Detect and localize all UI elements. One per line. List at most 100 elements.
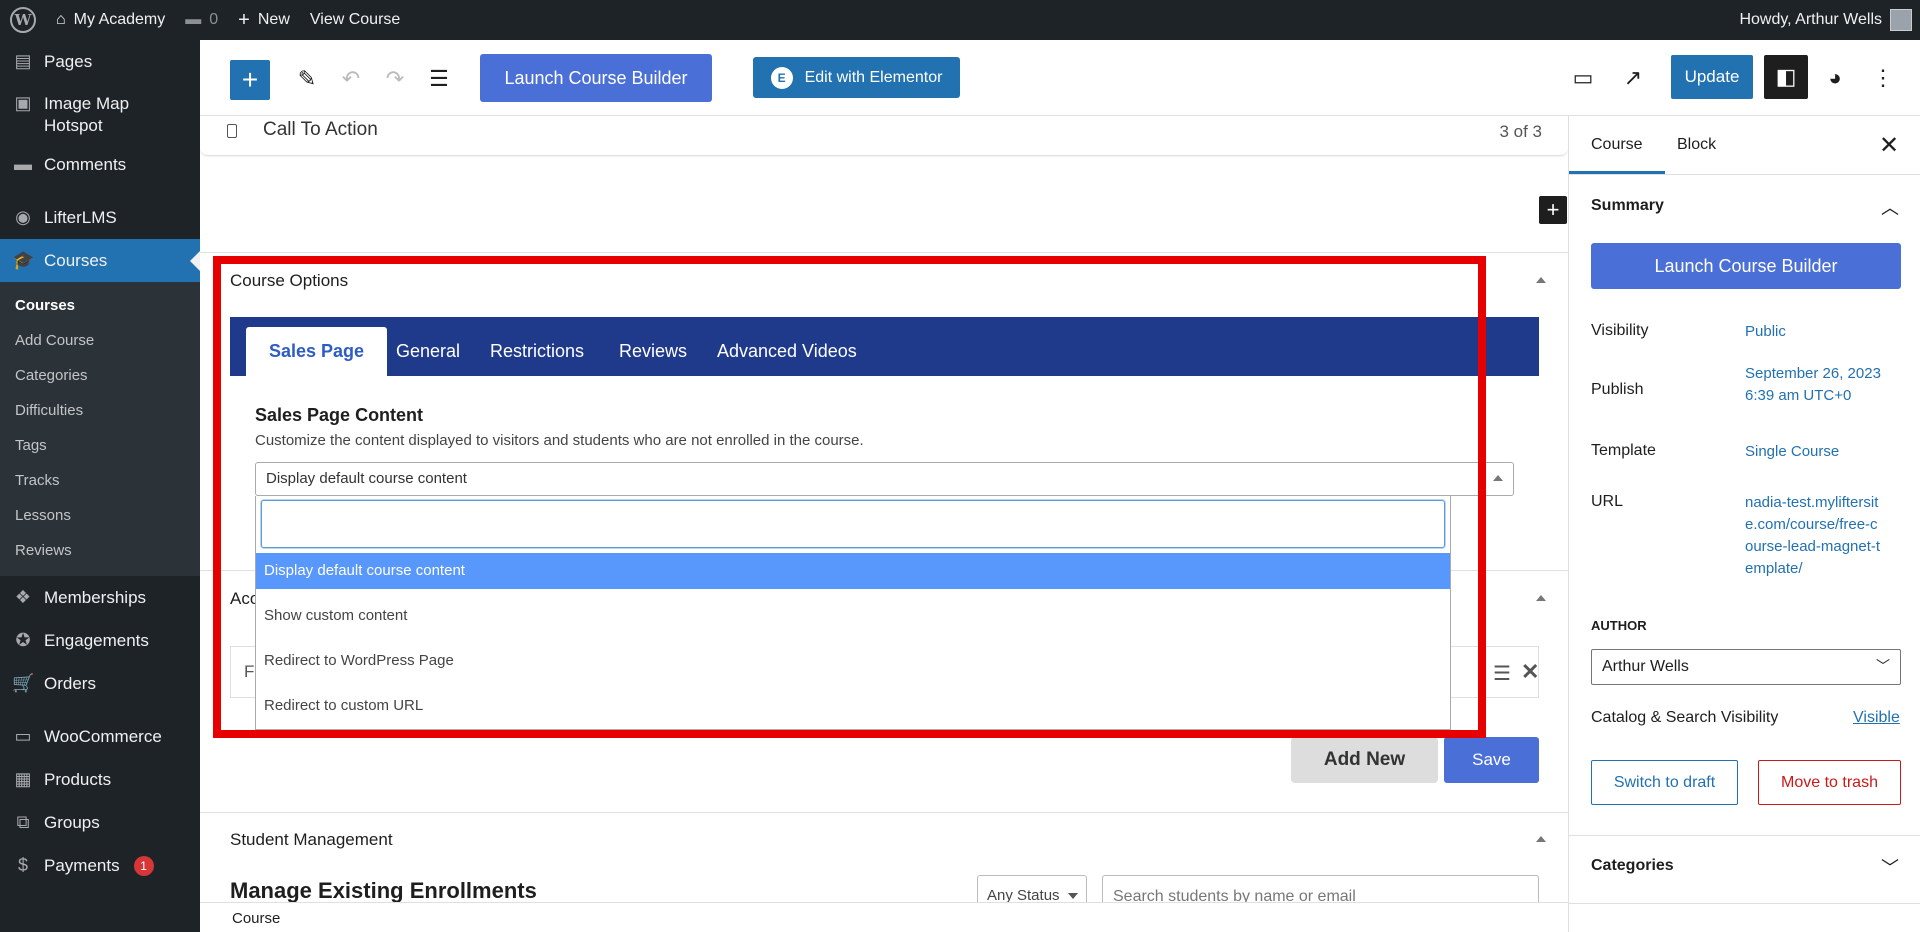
close-icon[interactable]: ✕ <box>1879 131 1899 160</box>
options-menu-button[interactable]: ⋮ <box>1866 62 1900 94</box>
elementor-icon: E <box>770 66 793 89</box>
tools-button[interactable]: ✎ <box>292 64 322 94</box>
categories-title[interactable]: Categories <box>1591 857 1674 875</box>
move-to-trash-button[interactable]: Move to trash <box>1758 760 1901 805</box>
chevron-down-icon: ﹀ <box>1876 658 1890 674</box>
catalog-visibility-link[interactable]: Visible <box>1853 709 1900 727</box>
document-overview-button[interactable]: ☰ <box>424 64 454 94</box>
groups-icon: ⧉ <box>16 812 30 832</box>
submenu-item-categories[interactable]: Categories <box>0 358 200 393</box>
course-options-title: Course Options <box>230 271 349 290</box>
submenu-item-reviews[interactable]: Reviews <box>0 533 200 568</box>
settings-toggle-button[interactable]: ◧ <box>1764 55 1808 99</box>
account-menu[interactable]: Howdy, Arthur Wells <box>1729 0 1920 40</box>
status-filter-select[interactable]: Any Status <box>977 875 1087 902</box>
tab-advanced-videos[interactable]: Advanced Videos <box>694 327 880 376</box>
collapse-caret-icon[interactable] <box>1536 836 1546 842</box>
delete-icon[interactable]: ✕ <box>1521 659 1539 685</box>
sidebar-item-memberships[interactable]: ❖ Memberships <box>0 576 200 619</box>
submenu-item-tracks[interactable]: Tracks <box>0 463 200 498</box>
block-inserter-button[interactable]: + <box>230 60 270 100</box>
call-to-action-block[interactable]: Call To Action 3 of 3 <box>200 116 1568 156</box>
submenu-item-difficulties[interactable]: Difficulties <box>0 393 200 428</box>
sidebar-item-groups[interactable]: ⧉ Groups <box>0 801 200 844</box>
breadcrumb-item[interactable]: Course <box>232 910 280 927</box>
preview-button[interactable]: ▭ <box>1566 62 1600 94</box>
notification-badge: 1 <box>133 855 154 876</box>
option-redirect-custom-url[interactable]: Redirect to custom URL <box>256 688 1450 724</box>
rocket-icon: ◕ <box>1828 65 1842 90</box>
publish-label: Publish <box>1591 381 1644 398</box>
sidebar-item-payments[interactable]: $ Payments 1 <box>0 844 200 887</box>
sidebar-item-courses[interactable]: 🎓 Courses <box>0 239 200 282</box>
new-content-link[interactable]: + New <box>228 0 300 40</box>
student-search-input[interactable]: Search students by name or email <box>1102 875 1539 902</box>
template-value[interactable]: Single Course <box>1745 441 1885 463</box>
option-display-default[interactable]: Display default course content <box>256 553 1450 589</box>
sidebar-item-woocommerce[interactable]: ▭ WooCommerce <box>0 715 200 758</box>
student-management-title: Student Management <box>230 830 393 849</box>
sidebar-launch-course-builder-button[interactable]: Launch Course Builder <box>1591 243 1901 289</box>
option-redirect-wp-page[interactable]: Redirect to WordPress Page <box>256 643 1450 679</box>
tab-reviews[interactable]: Reviews <box>596 327 710 376</box>
courses-submenu: Courses Add Course Categories Difficulti… <box>0 282 200 576</box>
update-button[interactable]: Update <box>1671 55 1753 99</box>
author-select[interactable]: Arthur Wells ﹀ <box>1591 649 1901 685</box>
chevron-up-icon[interactable]: ︿ <box>1881 194 1899 220</box>
sidebar-item-pages[interactable]: ▤ Pages <box>0 40 200 83</box>
summary-title[interactable]: Summary <box>1591 197 1664 215</box>
block-breadcrumb: Course <box>200 902 1568 932</box>
redo-button[interactable]: ↷ <box>380 64 410 94</box>
sidebar-item-orders[interactable]: 🛒 Orders <box>0 662 200 705</box>
comment-bubble-icon: ▬ <box>185 11 202 28</box>
sidebar-item-lifterlms[interactable]: ◉ LifterLMS <box>0 196 200 239</box>
sidebar-item-products[interactable]: ▦ Products <box>0 758 200 801</box>
tab-sales-page[interactable]: Sales Page <box>246 327 388 376</box>
save-button[interactable]: Save <box>1444 737 1539 783</box>
tab-block[interactable]: Block <box>1655 116 1738 174</box>
sales-page-content-select[interactable]: Display default course content <box>255 462 1514 496</box>
divider <box>200 252 1568 253</box>
divider <box>1569 174 1920 175</box>
visibility-value[interactable]: Public <box>1745 321 1885 343</box>
submenu-item-lessons[interactable]: Lessons <box>0 498 200 533</box>
divider <box>200 812 1568 813</box>
editor-canvas: Call To Action 3 of 3 + Course Options S… <box>200 116 1568 902</box>
plus-icon: + <box>1546 197 1560 222</box>
external-link-icon: ↗ <box>1623 65 1643 90</box>
edit-with-elementor-button[interactable]: E Edit with Elementor <box>753 57 960 98</box>
comments-link[interactable]: ▬ 0 <box>175 0 228 40</box>
view-post-button[interactable]: ↗ <box>1616 62 1650 94</box>
submenu-item-tags[interactable]: Tags <box>0 428 200 463</box>
url-value[interactable]: nadia-test.mylifter­site.com/course/free… <box>1745 492 1885 580</box>
undo-button[interactable]: ↶ <box>336 64 366 94</box>
performance-button[interactable]: ◕ <box>1818 62 1852 94</box>
site-name-link[interactable]: ⌂ My Academy <box>46 0 175 40</box>
collapse-caret-icon[interactable] <box>1536 595 1546 601</box>
switch-to-draft-button[interactable]: Switch to draft <box>1591 760 1738 805</box>
option-show-custom[interactable]: Show custom content <box>256 598 1450 634</box>
undo-icon: ↶ <box>341 66 361 91</box>
lifterlms-icon: ◉ <box>15 207 31 227</box>
dropdown-search-input[interactable] <box>261 500 1445 548</box>
submenu-item-add-course[interactable]: Add Course <box>0 323 200 358</box>
wordpress-logo-button[interactable]: W <box>0 0 46 40</box>
sidebar-item-image-map-hotspot[interactable]: ▣ Image Map Hotspot <box>0 83 200 143</box>
publish-value[interactable]: September 26, 2023 6:39 am UTC+0 <box>1745 363 1885 407</box>
sidebar-item-engagements[interactable]: ✪ Engagements <box>0 619 200 662</box>
tab-restrictions[interactable]: Restrictions <box>467 327 607 376</box>
submenu-item-courses[interactable]: Courses <box>0 288 200 323</box>
add-block-button[interactable]: + <box>1539 196 1567 224</box>
redo-icon: ↷ <box>385 66 405 91</box>
drag-handle-icon[interactable]: ☰ <box>1493 661 1511 686</box>
payments-icon: $ <box>17 855 28 875</box>
launch-course-builder-button[interactable]: Launch Course Builder <box>480 54 712 102</box>
collapse-caret-icon[interactable] <box>1536 277 1546 283</box>
chevron-down-icon[interactable]: ﹀ <box>1881 854 1899 880</box>
tab-course[interactable]: Course <box>1569 116 1665 174</box>
sidebar-item-comments[interactable]: ▬ Comments <box>0 143 200 186</box>
view-course-link[interactable]: View Course <box>300 0 410 40</box>
settings-sidebar: Course Block ✕ Summary ︿ Launch Course B… <box>1568 116 1920 932</box>
home-icon: ⌂ <box>56 11 66 28</box>
add-new-button[interactable]: Add New <box>1291 737 1438 783</box>
